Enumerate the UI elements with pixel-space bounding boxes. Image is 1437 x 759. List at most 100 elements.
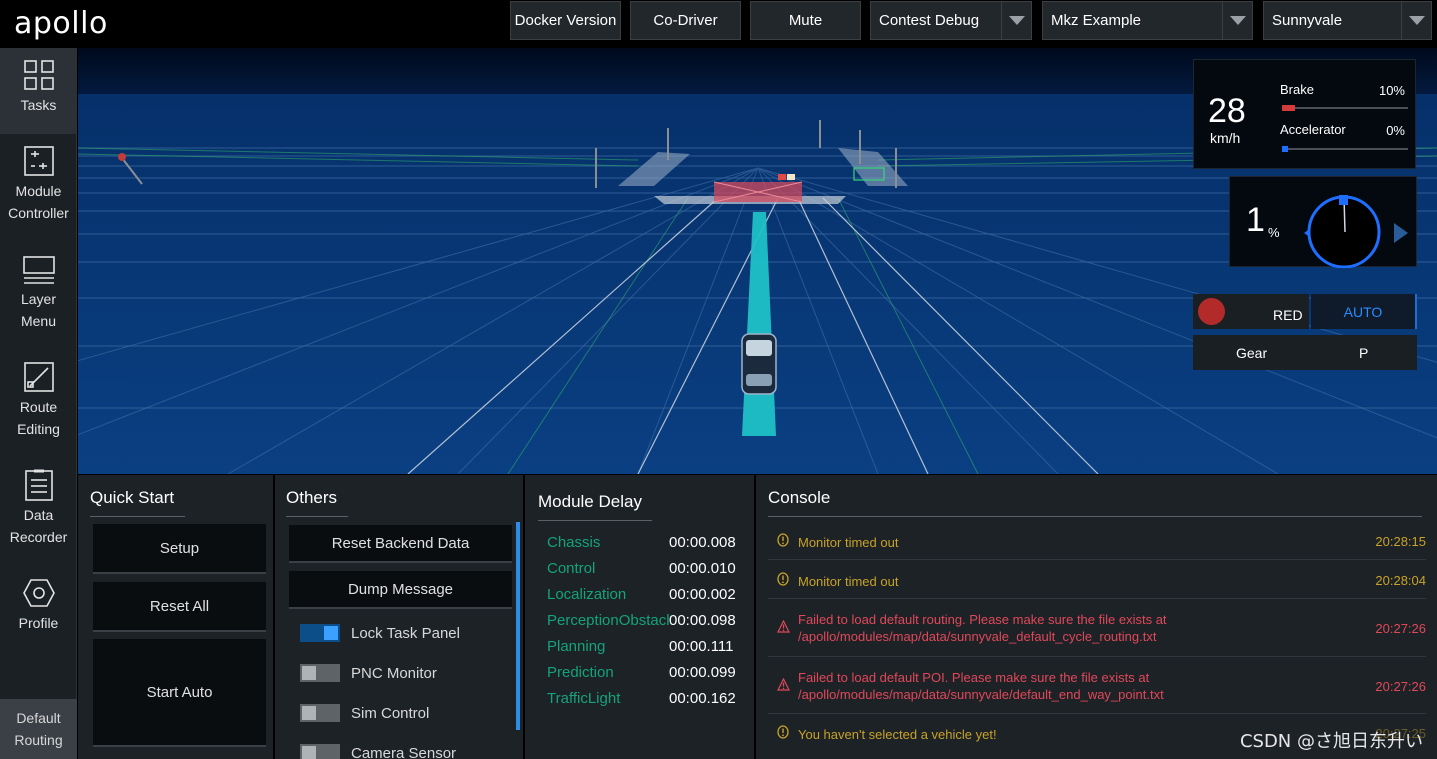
- sidebar-item-data-recorder[interactable]: Data Recorder: [0, 458, 77, 566]
- sidebar: Tasks Module Controller Layer Menu Route…: [0, 48, 77, 759]
- steering-wheel-icon: [1304, 195, 1408, 268]
- quick-start-title: Quick Start: [90, 488, 175, 507]
- sidebar-item-label: Data Recorder: [9, 507, 68, 545]
- console-message: You haven't selected a vehicle yet!: [798, 727, 997, 742]
- layer-menu-icon: [22, 256, 55, 284]
- grid-icon: [23, 60, 54, 90]
- sidebar-item-profile[interactable]: Profile: [0, 566, 77, 674]
- console-message: Monitor timed out: [798, 535, 899, 550]
- lock-task-panel-toggle-row[interactable]: Lock Task Panel: [300, 621, 460, 645]
- traffic-light-panel: RED: [1193, 294, 1309, 329]
- console-time: 20:27:26: [1375, 621, 1426, 636]
- camera-sensor-toggle-row[interactable]: Camera Sensor: [300, 741, 456, 759]
- module-delay-value: 00:00.010: [669, 560, 736, 577]
- toggle-label: Lock Task Panel: [351, 624, 460, 642]
- delay-row-control: Control 00:00.010: [547, 560, 747, 586]
- console-message: Failed to load default routing. Please m…: [798, 612, 1167, 627]
- module-delay-value: 00:00.111: [669, 638, 734, 655]
- error-triangle-icon: [777, 620, 790, 633]
- default-routing-button[interactable]: Default Routing: [0, 699, 77, 759]
- reset-backend-data-button[interactable]: Reset Backend Data: [289, 525, 512, 563]
- delay-row-perception-obstacle: PerceptionObstacle 00:00.098: [547, 612, 747, 638]
- accelerator-label: Accelerator: [1280, 122, 1346, 137]
- toggle-label: Camera Sensor: [351, 744, 457, 759]
- vehicle-select[interactable]: Mkz Example: [1042, 1, 1253, 40]
- module-name: TrafficLight: [547, 690, 621, 707]
- delay-row-traffic-light: TrafficLight 00:00.162: [547, 690, 747, 716]
- brake-percent: 10%: [1378, 83, 1405, 98]
- console-time: 20:28:15: [1375, 534, 1426, 549]
- accelerator-bar: [1282, 146, 1408, 152]
- gear-value: P: [1359, 345, 1369, 361]
- accelerator-percent: 0%: [1386, 123, 1405, 138]
- module-name: PerceptionObstacle: [547, 612, 669, 629]
- co-driver-button[interactable]: Co-Driver: [630, 1, 741, 40]
- docker-version-button[interactable]: Docker Version: [510, 1, 621, 40]
- console-row: Monitor timed out 20:28:15: [768, 522, 1426, 560]
- console-time: 20:28:04: [1375, 573, 1426, 588]
- others-scrollbar[interactable]: [516, 522, 520, 730]
- chevron-down-icon[interactable]: [1222, 2, 1252, 39]
- accelerator-bar-fill: [1282, 146, 1289, 152]
- vehicle-select-value: Mkz Example: [1051, 12, 1142, 29]
- chevron-down-icon[interactable]: [1401, 2, 1431, 39]
- module-delay-panel: Module Delay Chassis 00:00.008 Control 0…: [525, 475, 754, 759]
- console-message: Monitor timed out: [798, 574, 899, 589]
- start-auto-button[interactable]: Start Auto: [93, 639, 266, 747]
- lock-task-panel-toggle[interactable]: [300, 624, 340, 642]
- module-name: Control: [547, 560, 596, 577]
- sidebar-item-tasks[interactable]: Tasks: [0, 48, 77, 134]
- module-delay-title: Module Delay: [538, 492, 642, 511]
- sidebar-item-module-controller[interactable]: Module Controller: [0, 134, 77, 242]
- sidebar-item-route-editing[interactable]: Route Editing: [0, 350, 77, 458]
- console-panel: Console Monitor timed out 20:28:15 Monit…: [756, 475, 1437, 759]
- speed-panel: 28 km/h Brake 10% Accelerator 0%: [1193, 59, 1416, 169]
- data-recorder-icon: [24, 469, 53, 501]
- sidebar-item-label: Tasks: [20, 97, 57, 113]
- console-time: 20:27:26: [1375, 679, 1426, 694]
- error-triangle-icon: [777, 678, 790, 691]
- steering-panel: 1 %: [1229, 176, 1417, 268]
- module-name: Localization: [547, 586, 627, 603]
- module-delay-value: 00:00.008: [669, 534, 736, 551]
- title-underline: [538, 520, 652, 521]
- toggle-label: PNC Monitor: [351, 664, 437, 682]
- speed-value: 28: [1208, 92, 1246, 130]
- sim-control-toggle-row[interactable]: Sim Control: [300, 701, 429, 725]
- warning-icon: [777, 533, 789, 547]
- sidebar-item-label: Profile: [18, 615, 59, 631]
- delay-row-prediction: Prediction 00:00.099: [547, 664, 747, 690]
- sim-control-toggle[interactable]: [300, 704, 340, 722]
- driving-mode-badge: AUTO: [1311, 294, 1417, 329]
- quick-start-panel: Quick Start Setup Reset All Start Auto: [78, 475, 273, 759]
- map-select[interactable]: Sunnyvale: [1263, 1, 1432, 40]
- reset-all-button[interactable]: Reset All: [93, 582, 266, 632]
- sidebar-item-label: Layer Menu: [20, 291, 57, 329]
- others-title: Others: [286, 488, 338, 507]
- pnc-monitor-toggle[interactable]: [300, 664, 340, 682]
- gear-panel: Gear P: [1193, 335, 1417, 370]
- console-row: Monitor timed out 20:28:04: [768, 561, 1426, 599]
- camera-sensor-toggle[interactable]: [300, 744, 340, 759]
- module-name: Prediction: [547, 664, 614, 681]
- setup-button[interactable]: Setup: [93, 524, 266, 574]
- delay-row-planning: Planning 00:00.111: [547, 638, 747, 664]
- brake-bar-fill: [1282, 105, 1295, 111]
- console-message-path: /apollo/modules/map/data/sunnyvale_defau…: [798, 629, 1157, 644]
- console-title: Console: [768, 488, 831, 507]
- mute-button[interactable]: Mute: [750, 1, 861, 40]
- toggle-label: Sim Control: [351, 704, 430, 722]
- module-delay-value: 00:00.002: [669, 586, 736, 603]
- chevron-down-icon[interactable]: [1001, 2, 1031, 39]
- delay-row-localization: Localization 00:00.002: [547, 586, 747, 612]
- sidebar-item-layer-menu[interactable]: Layer Menu: [0, 242, 77, 350]
- module-delay-value: 00:00.162: [669, 690, 736, 707]
- dump-message-button[interactable]: Dump Message: [289, 571, 512, 609]
- mode-select[interactable]: Contest Debug: [870, 1, 1032, 40]
- title-underline: [768, 516, 1422, 517]
- map-select-value: Sunnyvale: [1272, 12, 1343, 29]
- module-controller-icon: [23, 146, 54, 176]
- gear-label: Gear: [1236, 345, 1268, 361]
- traffic-light-label: RED: [1273, 307, 1303, 323]
- pnc-monitor-toggle-row[interactable]: PNC Monitor: [300, 661, 437, 685]
